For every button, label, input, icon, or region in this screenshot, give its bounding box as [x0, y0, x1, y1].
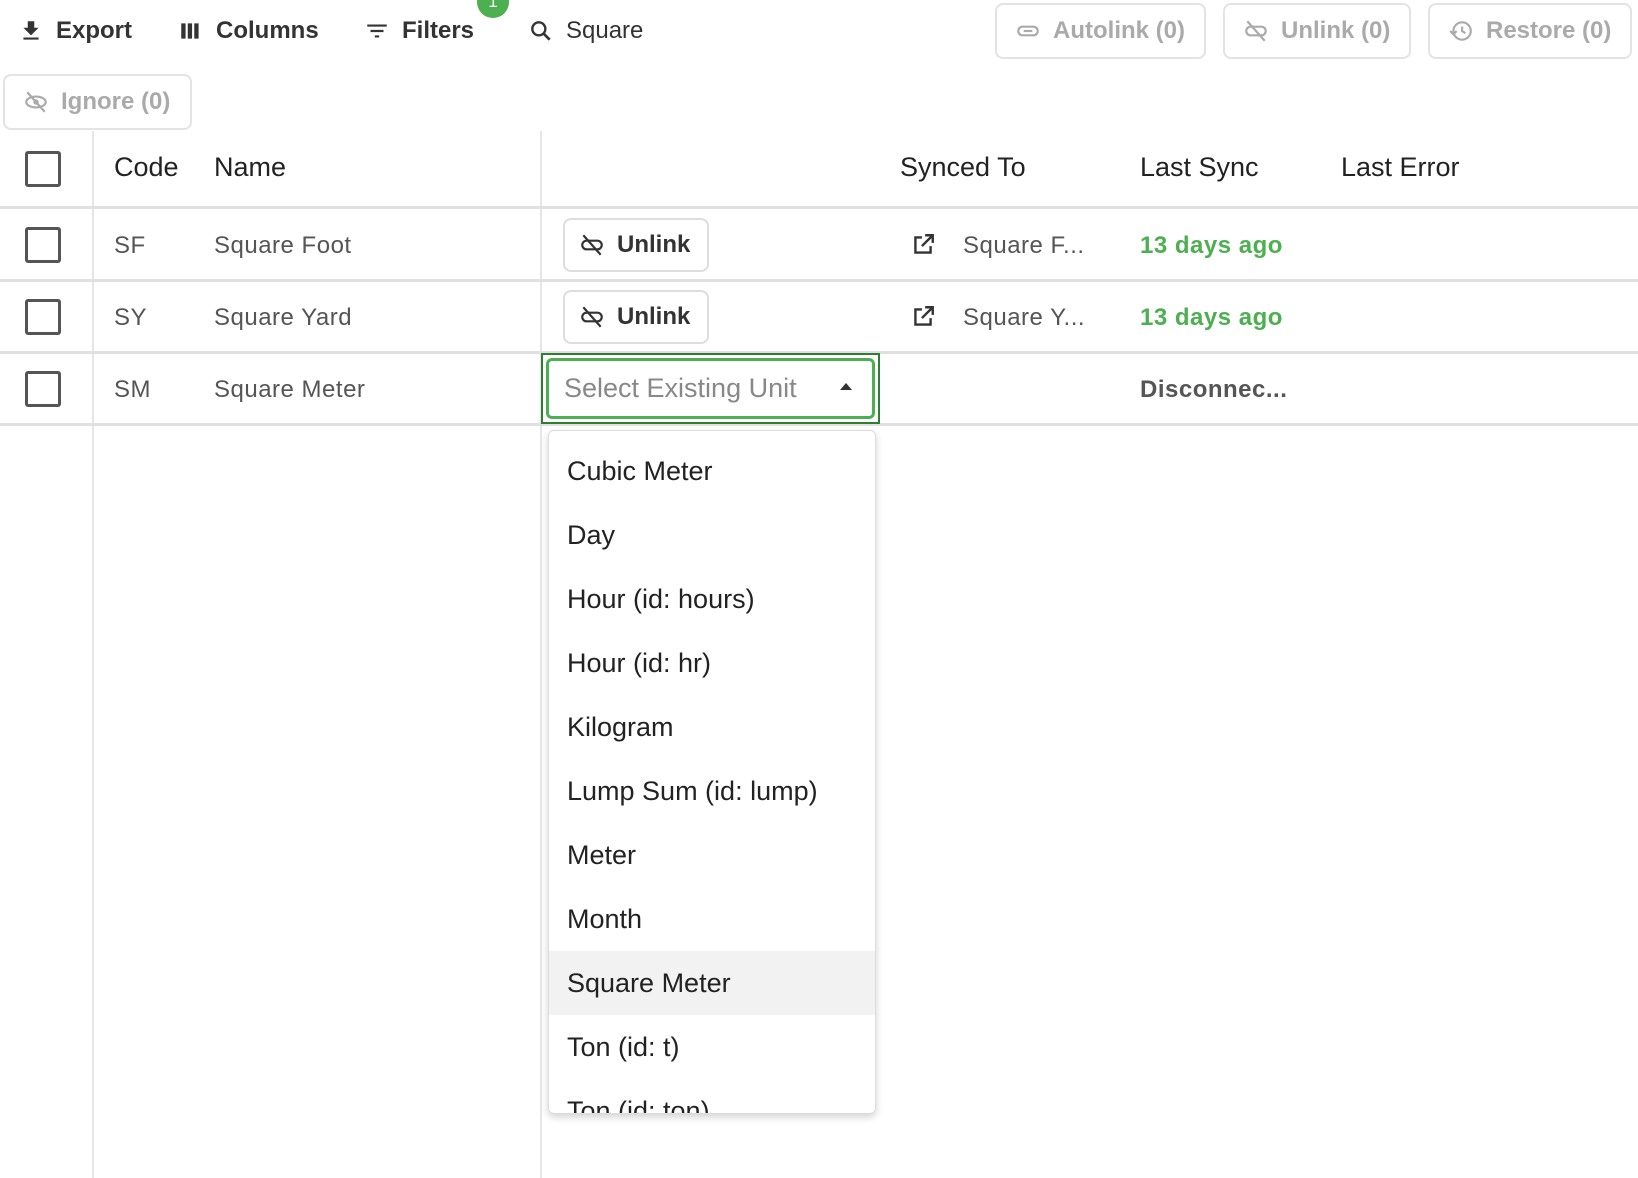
cell-synced-to[interactable]: Square F...	[963, 232, 1085, 260]
cell-last-sync: Disconnec...	[1140, 376, 1288, 403]
row-checkbox[interactable]	[25, 227, 61, 263]
restore-button[interactable]: Restore (0)	[1428, 3, 1632, 59]
caret-up-icon[interactable]	[840, 383, 852, 390]
row-divider	[0, 206, 1638, 209]
link-icon	[1017, 25, 1039, 37]
autolink-button[interactable]: Autolink (0)	[995, 3, 1206, 59]
header-name[interactable]: Name	[214, 152, 286, 183]
search-value: Square	[566, 17, 644, 44]
unlink-button[interactable]: Unlink	[563, 290, 709, 344]
filter-icon	[367, 24, 387, 38]
menu-item[interactable]: Day	[549, 503, 875, 567]
menu-item[interactable]: Month	[549, 887, 875, 951]
unlink-all-button[interactable]: Unlink (0)	[1223, 3, 1411, 59]
column-divider	[92, 131, 94, 1178]
cell-code: SY	[114, 304, 148, 331]
download-icon	[23, 21, 39, 40]
menu-item[interactable]: Ton (id: t)	[549, 1015, 875, 1079]
menu-item[interactable]: Ton (id: ton)	[549, 1079, 875, 1114]
menu-item[interactable]: Kilogram	[549, 695, 875, 759]
open-external-icon[interactable]	[910, 304, 936, 330]
columns-icon	[181, 23, 199, 39]
row-checkbox[interactable]	[25, 371, 61, 407]
export-button[interactable]: Export	[18, 10, 132, 52]
ignore-label: Ignore (0)	[61, 88, 171, 115]
column-divider	[540, 131, 542, 1178]
autolink-label: Autolink (0)	[1053, 17, 1185, 44]
cell-last-sync: 13 days ago	[1140, 232, 1283, 259]
menu-item-highlighted[interactable]: Square Meter	[549, 951, 875, 1015]
select-all-checkbox[interactable]	[25, 151, 61, 187]
menu-item[interactable]: Lump Sum (id: lump)	[549, 759, 875, 823]
cell-last-sync: 13 days ago	[1140, 304, 1283, 331]
header-last-sync[interactable]: Last Sync	[1140, 152, 1259, 183]
unit-select[interactable]: Select Existing Unit	[541, 353, 880, 424]
unlink-label: Unlink	[617, 303, 691, 330]
history-icon	[1449, 21, 1472, 41]
cell-code: SF	[114, 232, 146, 259]
filters-label: Filters	[402, 17, 475, 44]
cell-code: SM	[114, 376, 151, 403]
cell-synced-to[interactable]: Square Y...	[963, 304, 1085, 332]
link-off-icon	[1245, 20, 1267, 42]
header-code[interactable]: Code	[114, 152, 179, 183]
unlink-button[interactable]: Unlink	[563, 218, 709, 272]
search-icon	[531, 21, 551, 41]
cell-name: Square Foot	[214, 232, 352, 259]
unlink-label: Unlink	[617, 231, 691, 258]
menu-item[interactable]: Hour (id: hr)	[549, 631, 875, 695]
restore-label: Restore (0)	[1486, 17, 1612, 44]
menu-item[interactable]: Hour (id: hours)	[549, 567, 875, 631]
columns-label: Columns	[216, 17, 319, 44]
cell-name: Square Meter	[214, 376, 366, 403]
open-external-icon[interactable]	[910, 232, 936, 258]
search-field[interactable]: Square	[528, 10, 643, 52]
row-checkbox[interactable]	[25, 299, 61, 335]
columns-button[interactable]: Columns	[178, 10, 319, 52]
row-divider	[0, 279, 1638, 282]
eye-off-icon	[25, 91, 47, 113]
menu-item[interactable]: Cubic Meter	[549, 439, 875, 503]
header-last-error[interactable]: Last Error	[1341, 152, 1460, 183]
filters-button[interactable]: Filters	[364, 10, 474, 52]
filter-count-badge: 1	[477, 0, 509, 18]
header-synced-to[interactable]: Synced To	[900, 152, 1026, 183]
select-placeholder: Select Existing Unit	[564, 373, 797, 403]
ignore-button[interactable]: Ignore (0)	[3, 74, 192, 130]
unlink-all-label: Unlink (0)	[1281, 17, 1391, 44]
unit-dropdown-menu[interactable]: Cubic Meter Day Hour (id: hours) Hour (i…	[548, 430, 876, 1114]
export-label: Export	[56, 17, 133, 44]
link-off-icon	[581, 306, 603, 328]
cell-name: Square Yard	[214, 304, 353, 331]
menu-item[interactable]: Meter	[549, 823, 875, 887]
link-off-icon	[581, 234, 603, 256]
